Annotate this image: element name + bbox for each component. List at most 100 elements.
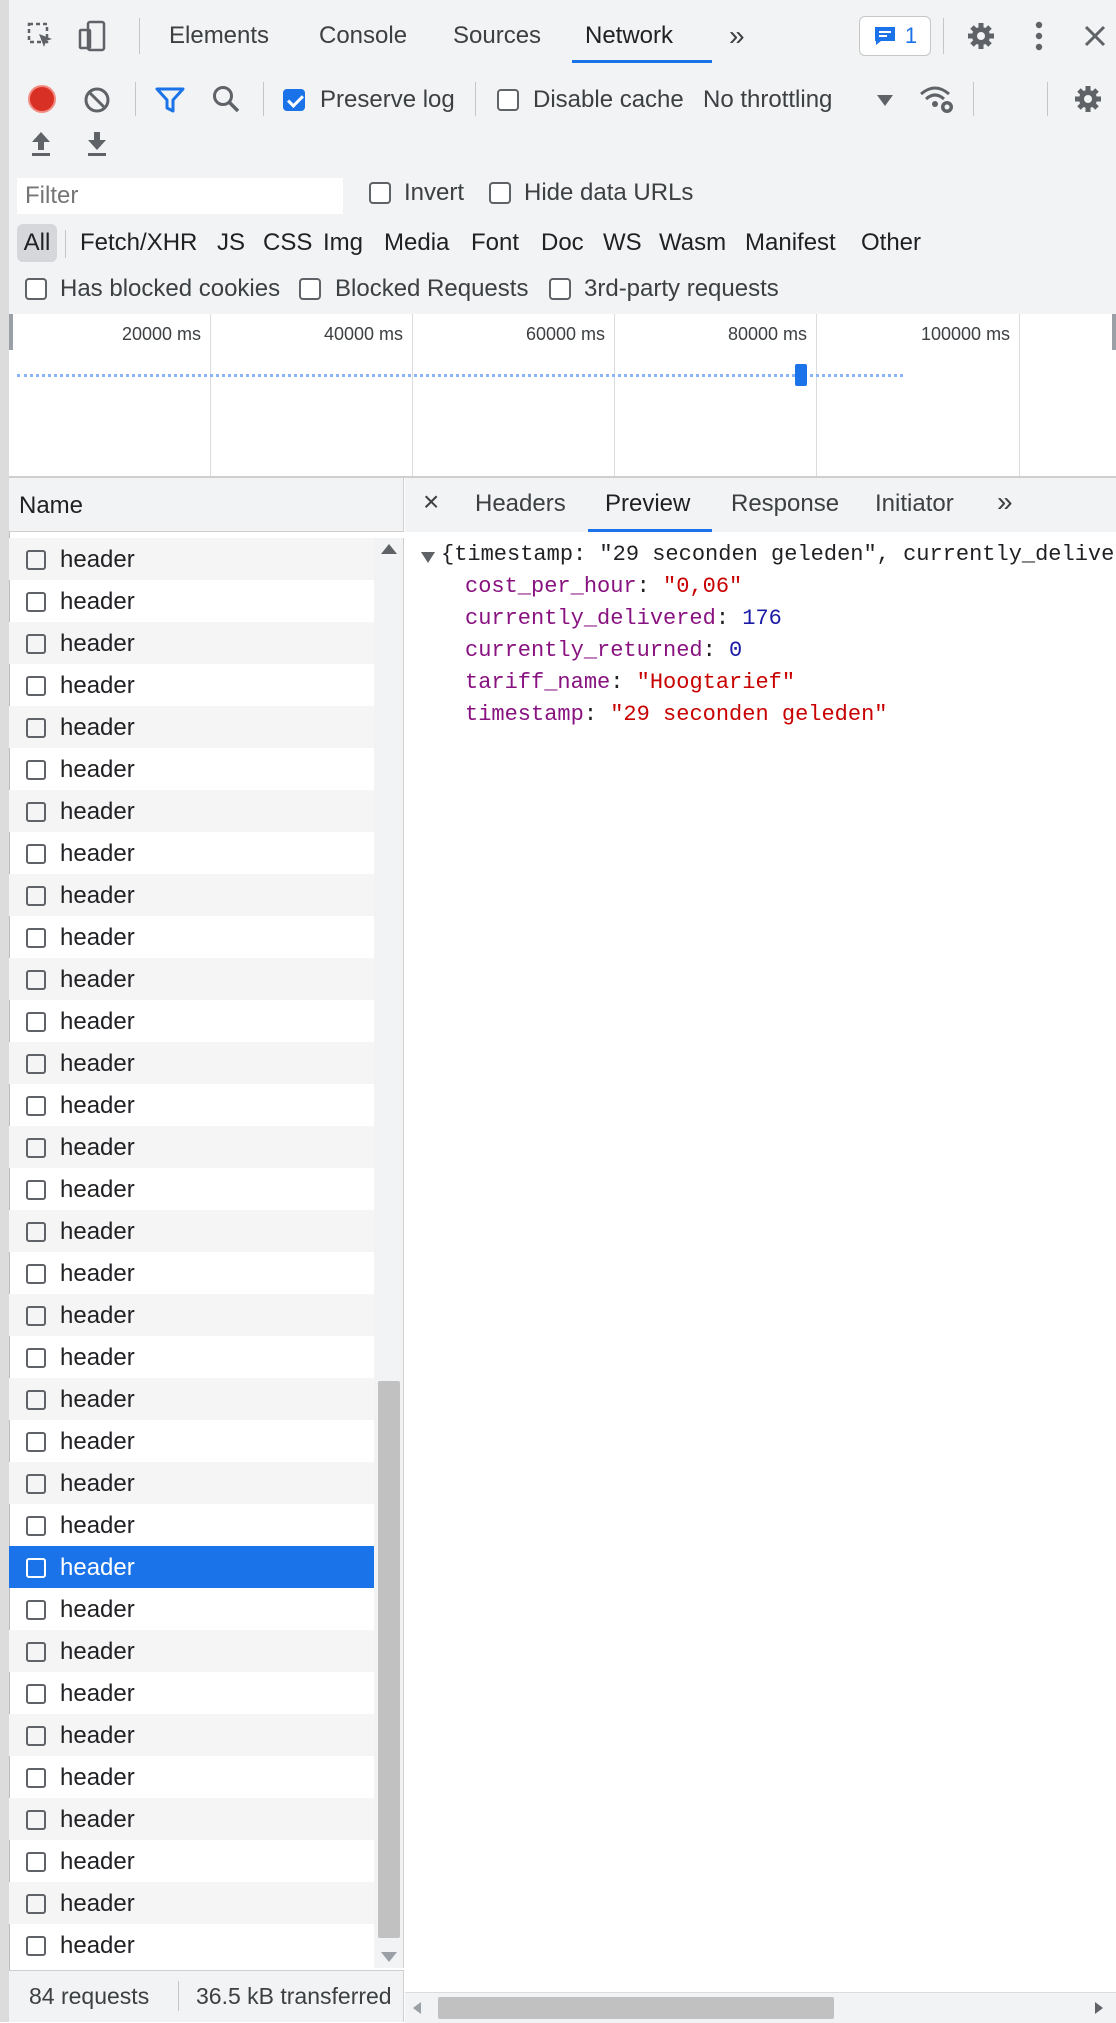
table-row[interactable]: header [9,1000,374,1042]
scroll-down-icon[interactable] [381,1952,397,1962]
tab-initiator[interactable]: Initiator [875,490,954,518]
table-row[interactable]: header [9,1546,374,1588]
blocked-requests-checkbox[interactable] [299,278,321,300]
chevron-down-icon[interactable] [877,94,893,106]
hide-data-urls-checkbox[interactable] [489,182,511,204]
type-filter-manifest[interactable]: Manifest [745,224,836,262]
table-row[interactable]: header [9,580,374,622]
horizontal-scrollbar-thumb[interactable] [438,1997,834,2019]
inspect-element-icon[interactable] [19,14,63,58]
network-overview[interactable]: 20000 ms 40000 ms 60000 ms 80000 ms 1000… [9,314,1116,478]
table-row[interactable]: header [9,1756,374,1798]
preview-horizontal-scrollbar[interactable] [405,1992,1116,2023]
type-filter-js[interactable]: JS [217,224,245,262]
table-row[interactable]: header [9,622,374,664]
type-filter-media[interactable]: Media [384,224,449,262]
table-row[interactable]: header [9,1630,374,1672]
table-row[interactable]: header [9,790,374,832]
request-list-scrollbar[interactable] [374,538,404,1968]
json-property[interactable]: timestamp: "29 seconden geleden" [465,702,887,727]
table-row[interactable]: header [9,1126,374,1168]
settings-gear-icon[interactable] [959,14,1003,58]
table-row[interactable]: header [9,1336,374,1378]
table-row[interactable]: header [9,1420,374,1462]
json-property[interactable]: currently_delivered: 176 [465,606,782,631]
clear-log-icon[interactable] [83,86,111,114]
table-row[interactable]: header [9,1168,374,1210]
table-row[interactable]: header [9,664,374,706]
tab-elements[interactable]: Elements [169,0,269,72]
table-row[interactable]: header [9,1462,374,1504]
table-row[interactable]: header [9,1042,374,1084]
scroll-left-icon[interactable] [413,2002,421,2014]
json-summary[interactable]: {timestamp: "29 seconden geleden", curre… [441,542,1116,567]
table-row[interactable]: header [9,1084,374,1126]
json-property[interactable]: cost_per_hour: "0,06" [465,574,742,599]
device-toolbar-icon[interactable] [71,14,115,58]
tab-console[interactable]: Console [319,0,407,72]
overview-right-handle[interactable] [1112,314,1116,350]
tab-response[interactable]: Response [731,490,839,518]
expand-triangle-icon[interactable] [421,552,435,563]
filter-input[interactable] [17,178,343,214]
network-conditions-icon[interactable] [919,82,955,116]
more-detail-tabs-icon[interactable]: » [997,486,1013,518]
invert-checkbox[interactable] [369,182,391,204]
type-filter-all[interactable]: All [17,224,57,262]
table-row[interactable]: header [9,706,374,748]
table-row[interactable]: header [9,1588,374,1630]
type-filter-css[interactable]: CSS [263,224,312,262]
type-filter-font[interactable]: Font [471,224,519,262]
table-row[interactable]: header [9,1378,374,1420]
import-har-icon[interactable] [29,130,53,158]
name-column-header[interactable]: Name [9,478,404,532]
name-column-label: Name [19,492,84,519]
export-har-icon[interactable] [85,130,109,158]
table-row[interactable]: header [9,1294,374,1336]
table-row[interactable]: header [9,1210,374,1252]
tab-sources[interactable]: Sources [453,0,541,72]
type-filter-wasm[interactable]: Wasm [659,224,726,262]
table-row[interactable]: header [9,1252,374,1294]
scroll-up-icon[interactable] [381,544,397,554]
disable-cache-checkbox[interactable] [497,89,519,111]
table-row[interactable]: header [9,1798,374,1840]
third-party-requests-checkbox[interactable] [549,278,571,300]
has-blocked-cookies-checkbox[interactable] [25,278,47,300]
table-row[interactable]: header [9,538,374,580]
table-row[interactable]: header [9,1504,374,1546]
search-icon[interactable] [211,84,241,114]
table-row[interactable]: header [9,1672,374,1714]
more-options-icon[interactable] [1017,14,1061,58]
type-filter-fetch-xhr[interactable]: Fetch/XHR [80,224,197,262]
issues-badge[interactable]: 1 [859,16,931,56]
tab-preview[interactable]: Preview [605,490,690,518]
table-row[interactable]: header [9,958,374,1000]
overview-left-handle[interactable] [9,314,13,350]
type-filter-img[interactable]: Img [323,224,363,262]
table-row[interactable]: header [9,1714,374,1756]
table-row[interactable]: header [9,832,374,874]
scrollbar-thumb[interactable] [378,1381,400,1938]
record-icon[interactable] [27,84,57,114]
filter-icon[interactable] [155,86,185,114]
network-settings-gear-icon[interactable] [1073,84,1103,114]
json-property[interactable]: currently_returned: 0 [465,638,742,663]
table-row[interactable]: header [9,916,374,958]
type-filter-other[interactable]: Other [861,224,921,262]
type-filter-ws[interactable]: WS [603,224,642,262]
more-tabs-icon[interactable]: » [729,0,745,72]
table-row[interactable]: header [9,1924,374,1966]
table-row[interactable]: header [9,1840,374,1882]
tab-headers[interactable]: Headers [475,490,566,518]
close-devtools-icon[interactable] [1073,14,1116,58]
preserve-log-checkbox[interactable] [283,89,305,111]
table-row[interactable]: header [9,874,374,916]
scroll-right-icon[interactable] [1095,2002,1103,2014]
type-filter-doc[interactable]: Doc [541,224,584,262]
throttling-select[interactable]: No throttling [703,86,832,114]
table-row[interactable]: header [9,748,374,790]
table-row[interactable]: header [9,1882,374,1924]
close-detail-icon[interactable]: × [423,486,439,518]
json-property[interactable]: tariff_name: "Hoogtarief" [465,670,795,695]
